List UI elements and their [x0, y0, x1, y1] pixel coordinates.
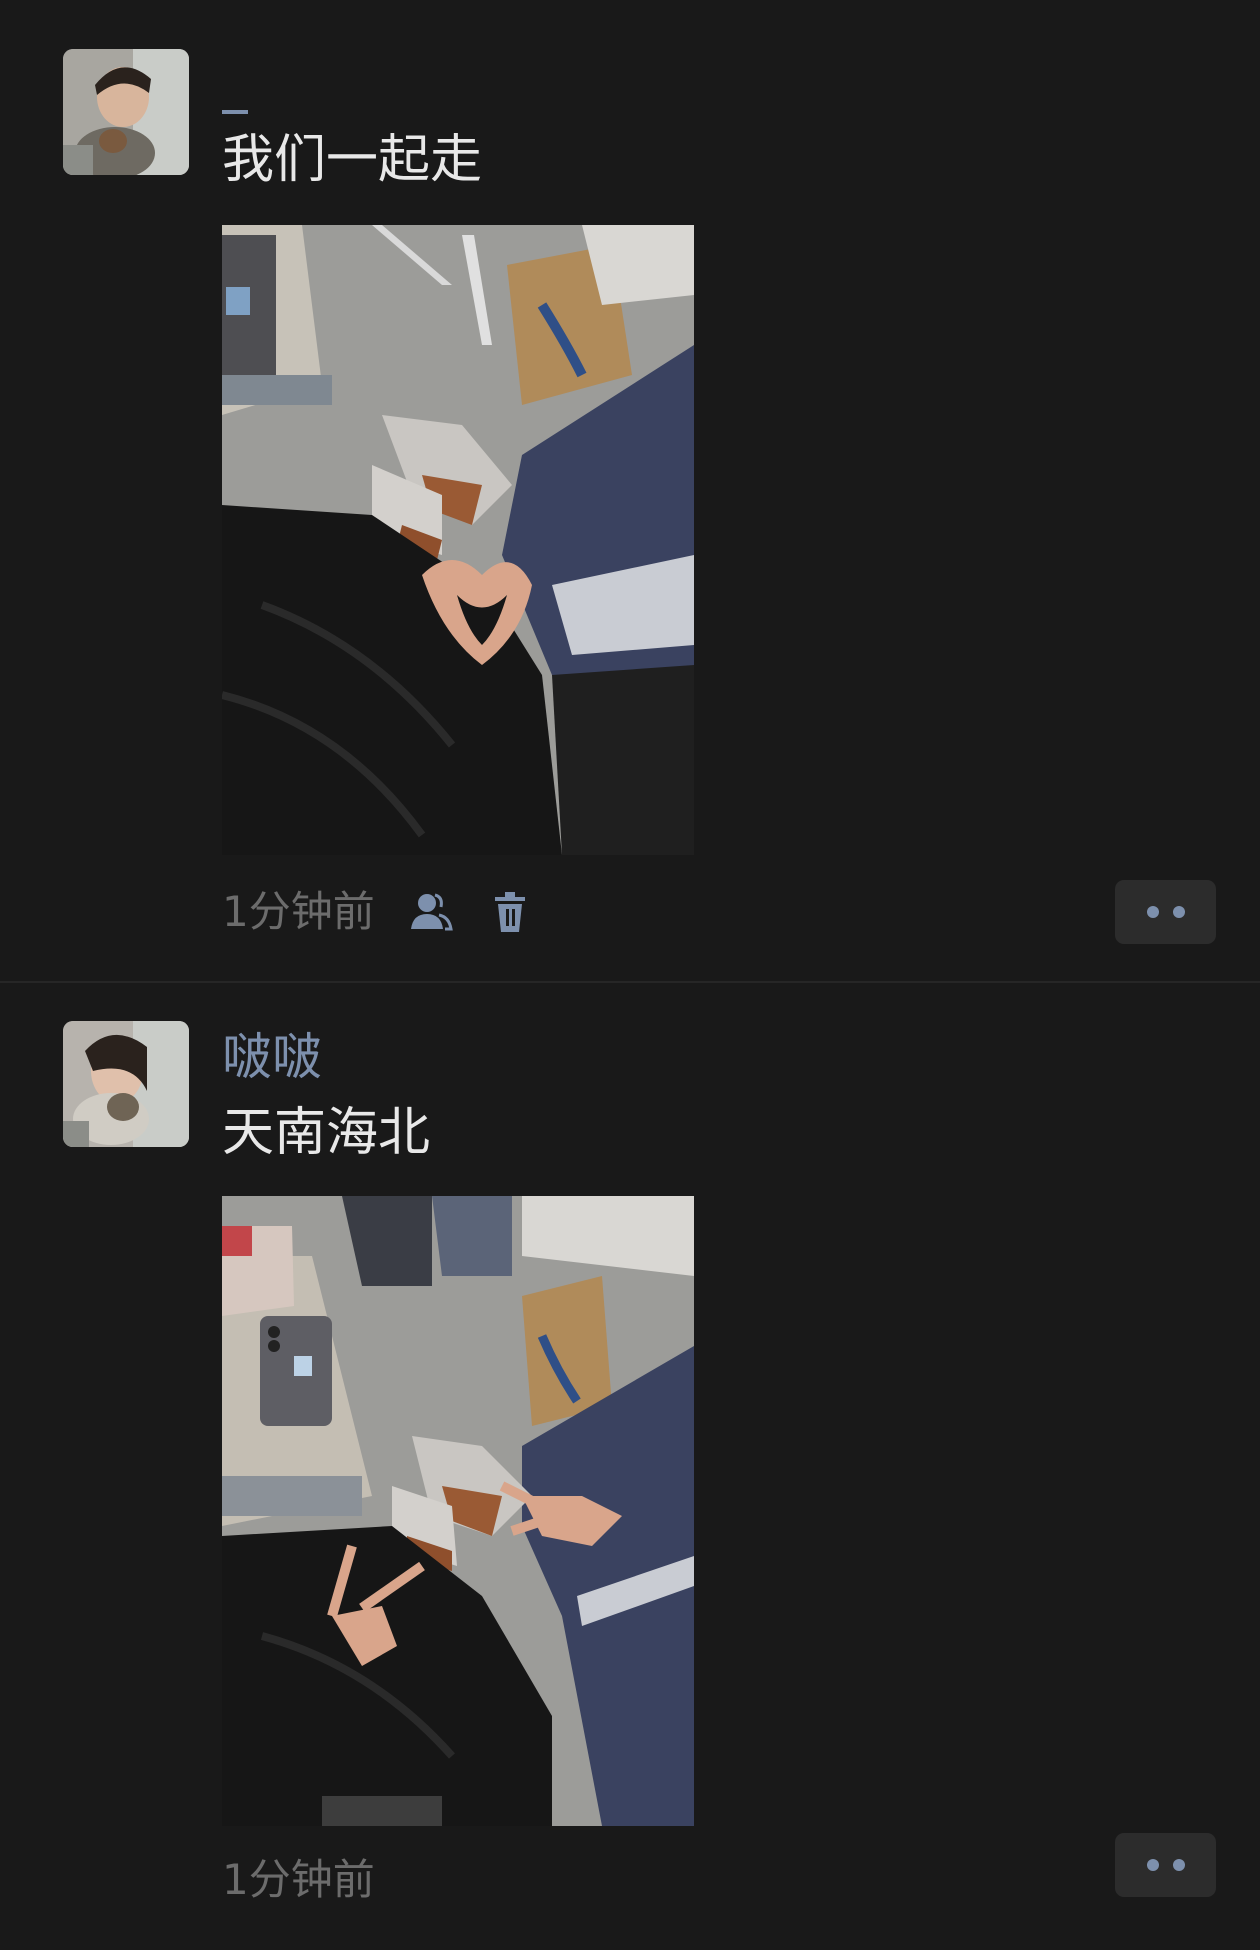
avatar-image [63, 1021, 189, 1147]
friends-icon[interactable] [405, 887, 455, 937]
post-photo[interactable] [222, 1196, 694, 1826]
avatar[interactable] [63, 1021, 189, 1147]
post-meta: 1分钟前 [222, 1848, 375, 1912]
moment-post: 啵啵 天南海北 1分钟前 [0, 983, 1260, 1950]
username[interactable]: 啵啵 [222, 1027, 322, 1087]
post-photo[interactable] [222, 225, 694, 855]
dot-icon [1172, 1859, 1185, 1871]
dot-icon [1146, 1859, 1159, 1871]
post-text: 我们一起走 [222, 130, 483, 190]
moment-post: _ 我们一起走 [0, 0, 1260, 981]
trash-icon[interactable] [485, 887, 535, 937]
timestamp: 1分钟前 [222, 1855, 375, 1904]
moments-feed: _ 我们一起走 [0, 0, 1260, 1950]
avatar-image [63, 49, 189, 175]
more-actions-button[interactable] [1115, 1833, 1216, 1897]
avatar[interactable] [63, 49, 189, 175]
photo-image [222, 225, 694, 855]
username[interactable]: _ [222, 74, 248, 114]
photo-image [222, 1196, 694, 1826]
more-actions-button[interactable] [1115, 880, 1216, 944]
post-text: 天南海北 [222, 1103, 431, 1163]
timestamp: 1分钟前 [222, 887, 375, 936]
dot-icon [1146, 906, 1159, 918]
dot-icon [1172, 906, 1185, 918]
post-meta: 1分钟前 [222, 880, 535, 944]
